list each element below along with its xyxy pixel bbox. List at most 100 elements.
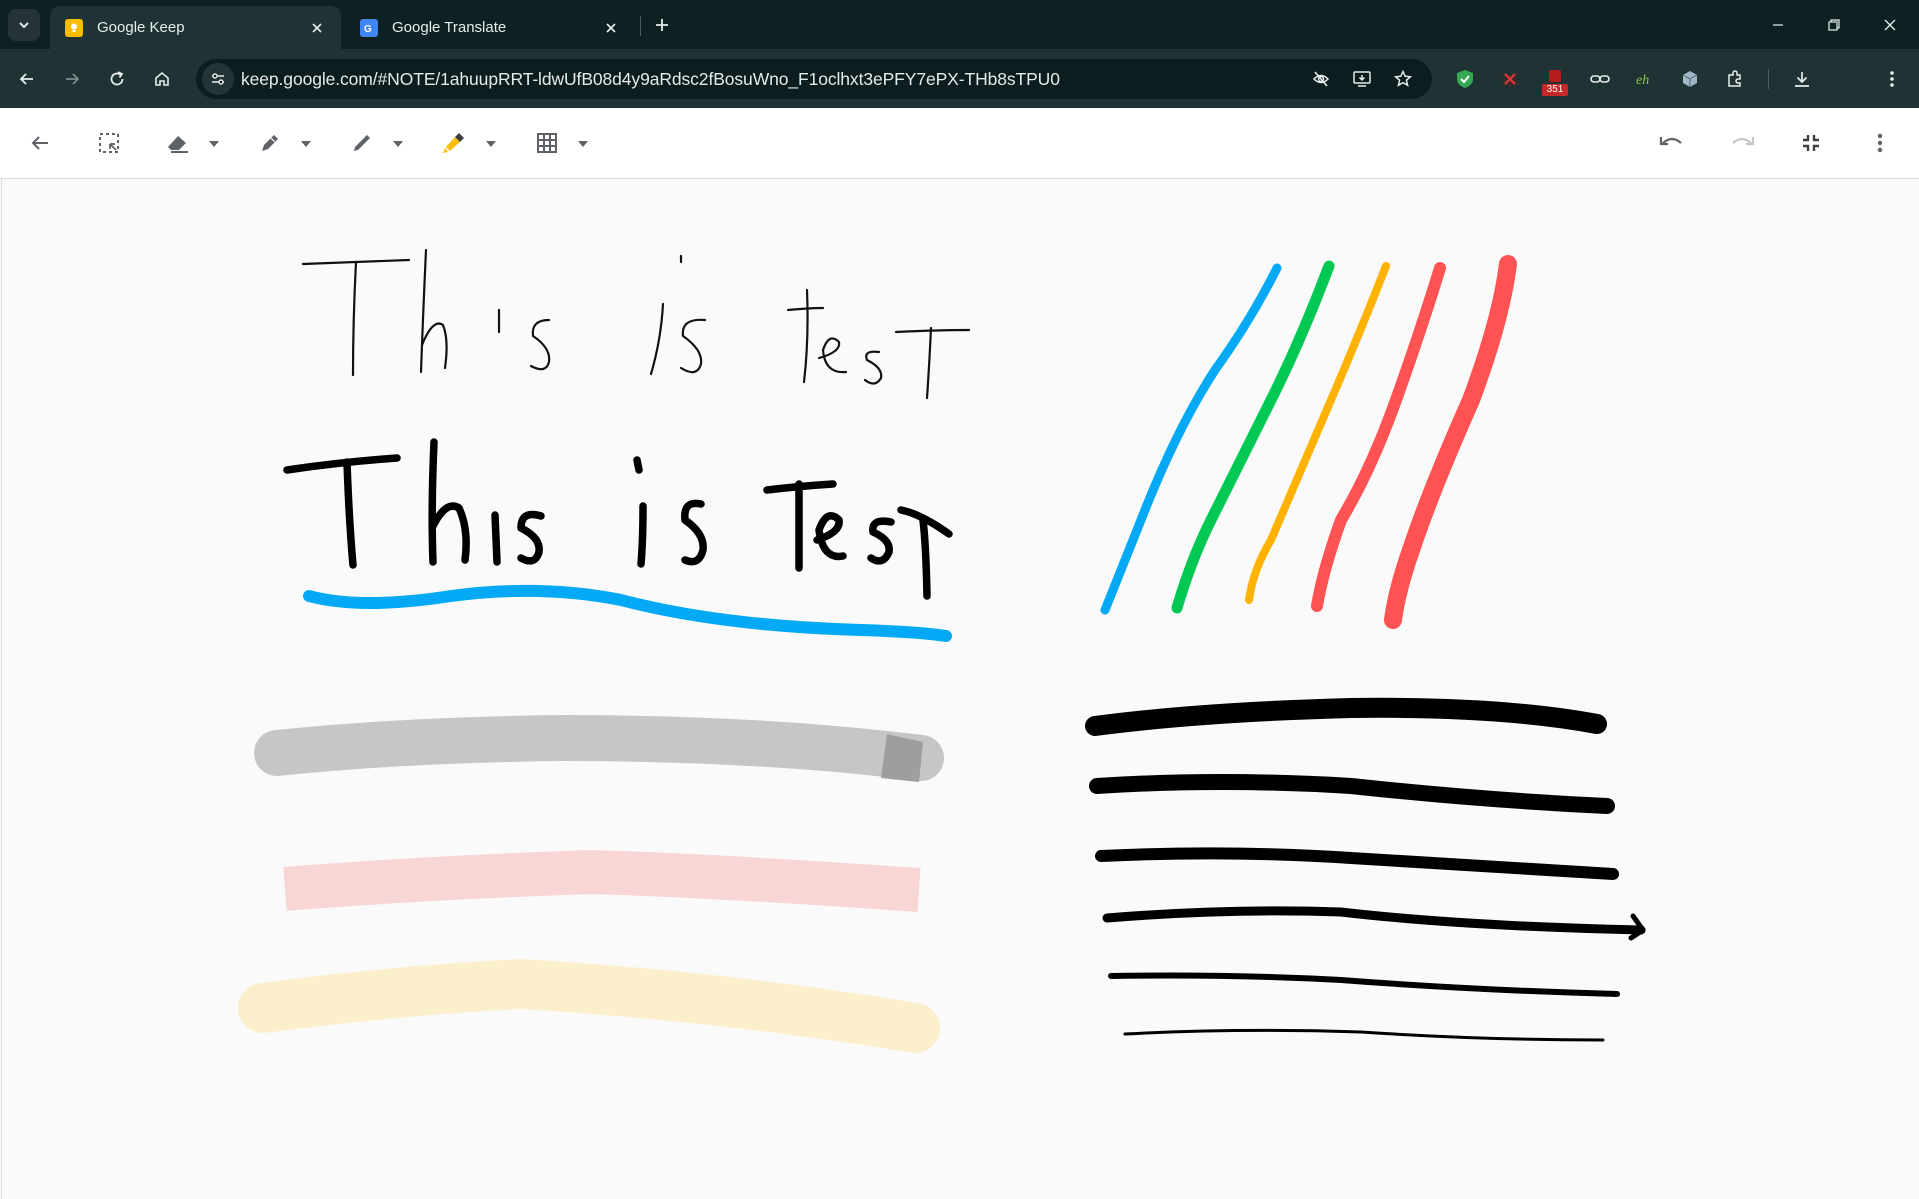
toolbar-separator [1768,69,1769,89]
redo-icon [1732,137,1755,146]
puzzle-icon [1728,70,1741,87]
pen-tool-button[interactable] [254,127,286,159]
close-tab-icon[interactable] [599,16,623,40]
grid-options-caret[interactable] [577,140,589,148]
select-tool-button[interactable] [93,127,125,159]
eraser-tool-button[interactable] [162,127,194,159]
link-icon [1590,75,1610,83]
caret-down-icon [393,141,403,147]
undo-button[interactable] [1656,127,1688,159]
marker-options-caret[interactable] [392,140,404,148]
arrow-left-icon [19,73,33,85]
back-icon [31,136,48,150]
shield-icon [1457,70,1473,88]
tab-separator [640,16,641,36]
install-icon [1353,71,1371,87]
svg-text:eh: eh [1636,73,1649,88]
caret-down-icon [578,141,588,147]
fullscreen-exit-icon [1803,135,1819,151]
blocker-extension[interactable] [1494,63,1526,95]
home-icon [155,71,169,86]
caret-down-icon [486,141,496,147]
browser-menu-button[interactable] [1876,63,1908,95]
drawing-more-button[interactable] [1864,127,1896,159]
chevron-down-icon [19,22,29,29]
close-tab-icon[interactable] [305,16,329,40]
more-vert-icon [1890,71,1894,87]
marker-tool-button[interactable] [346,127,378,159]
bookmark-button[interactable] [1389,65,1417,93]
forward-button[interactable] [56,63,88,95]
tab-bar: Google Keep G Google Translate [0,0,1919,49]
drawing-canvas[interactable] [1,179,1919,1199]
reload-button[interactable] [101,63,133,95]
blue-underline [303,584,952,642]
restore-icon [1828,18,1840,31]
new-tab-button[interactable] [648,11,676,39]
tab-title: Google Keep [97,19,185,36]
highlighter-tool-button[interactable] [438,127,470,159]
download-icon [1795,72,1809,87]
eye-off-icon [1312,71,1330,87]
pen-icon [262,135,278,151]
plus-icon [656,19,668,31]
back-button[interactable] [11,63,43,95]
caret-down-icon [301,141,311,147]
tracking-protection-button[interactable] [1307,65,1335,93]
home-button[interactable] [146,63,178,95]
extension-badge: 351 [1542,84,1568,96]
translate-extension[interactable] [1674,63,1706,95]
redo-button[interactable] [1726,127,1758,159]
arrow-right-icon [66,73,80,85]
handwriting-thin [301,248,971,400]
star-icon [1393,69,1413,87]
black-horizontal-strokes [1085,697,1646,1042]
cat-icon [1503,72,1517,87]
grid-icon [537,133,557,153]
highlighter-strokes [238,715,944,1053]
drawing-strokes [238,248,1646,1053]
close-window-button[interactable] [1862,0,1918,49]
reload-icon [110,71,124,86]
marker-icon [354,135,370,151]
grid-tool-button[interactable] [531,127,563,159]
eh-extension[interactable]: eh [1629,63,1661,95]
keep-icon [65,18,83,37]
address-bar[interactable]: keep.google.com/#NOTE/1ahuupRRT-ldwUfB08… [196,59,1432,99]
close-icon [1884,19,1896,30]
restore-button[interactable] [1806,0,1862,49]
extensions-menu-button[interactable] [1719,63,1751,95]
translate-icon: G [360,18,378,37]
navigation-bar: keep.google.com/#NOTE/1ahuupRRT-ldwUfB08… [0,49,1919,108]
color-diagonal-strokes [1100,255,1517,629]
minimize-button[interactable] [1750,0,1806,49]
handwriting-bold [283,438,953,600]
link-extension[interactable] [1584,63,1616,95]
eh-icon: eh [1636,73,1649,88]
highlighter-icon [443,133,464,153]
tab-google-keep[interactable]: Google Keep [50,6,341,49]
pen-options-caret[interactable] [300,140,312,148]
counter-extension[interactable]: 351 [1539,63,1571,96]
install-app-button[interactable] [1348,65,1376,93]
highlighter-options-caret[interactable] [485,140,497,148]
more-vert-icon [1877,133,1883,153]
url-text[interactable]: keep.google.com/#NOTE/1ahuupRRT-ldwUfB08… [241,69,1060,90]
svg-text:G: G [364,24,372,35]
eraser-icon [168,136,188,153]
tab-search-button[interactable] [8,9,40,41]
tune-icon [212,73,224,85]
tab-google-translate[interactable]: G Google Translate [345,6,635,49]
shield-extension[interactable] [1449,63,1481,95]
translate-cube-icon [1682,71,1698,87]
select-icon [99,133,119,153]
eraser-options-caret[interactable] [208,140,220,148]
undo-icon [1659,137,1682,146]
site-info-button[interactable] [202,63,234,95]
drawing-toolbar [0,108,1919,179]
downloads-button[interactable] [1786,63,1818,95]
close-drawing-button[interactable] [24,127,56,159]
exit-fullscreen-button[interactable] [1795,127,1827,159]
caret-down-icon [209,141,219,147]
tab-title: Google Translate [392,19,507,36]
